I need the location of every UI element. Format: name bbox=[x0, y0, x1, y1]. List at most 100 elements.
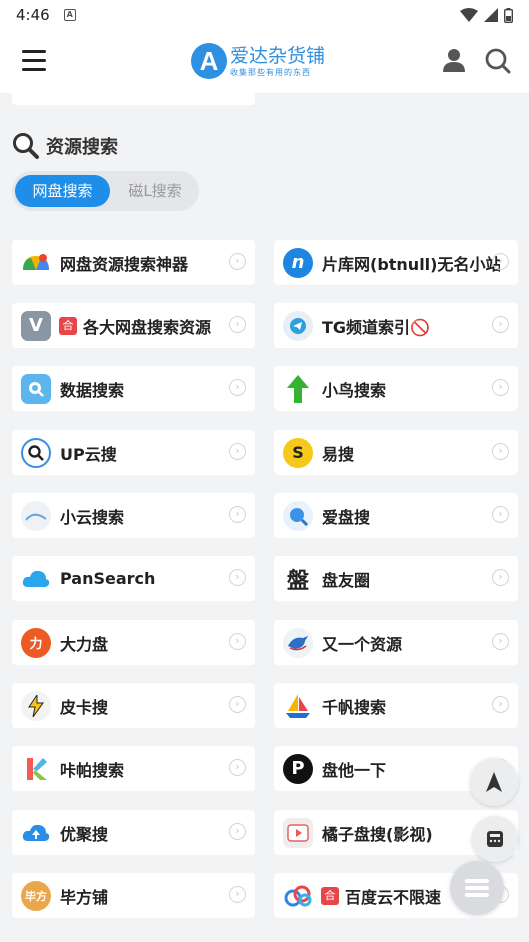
chevron-right-icon: › bbox=[492, 316, 509, 333]
chevron-right-icon: › bbox=[229, 823, 246, 840]
magnifier-icon bbox=[21, 437, 51, 468]
tile-label: 毕方铺 bbox=[60, 887, 109, 907]
tile-label: 百度云不限速 bbox=[345, 887, 442, 907]
badge-tag: 合 bbox=[59, 316, 77, 335]
section-header: 资源搜索 bbox=[12, 132, 118, 160]
chevron-right-icon: › bbox=[492, 379, 509, 396]
app-header: A 爱达杂货铺 收集那些有用的东西 bbox=[0, 30, 529, 93]
tile-label: 小云搜索 bbox=[60, 507, 125, 527]
google-drive-icon bbox=[21, 248, 51, 278]
tile-bifangpu[interactable]: 毕方 毕方铺 › bbox=[12, 873, 255, 918]
tile-label: 数据搜索 bbox=[60, 380, 125, 400]
tile-panyouquan[interactable]: 盤 盘友圈 › bbox=[274, 556, 518, 601]
chevron-right-icon: › bbox=[492, 569, 509, 586]
search-icon[interactable] bbox=[484, 47, 512, 79]
hamburger-menu-icon bbox=[465, 879, 489, 897]
navigate-fab[interactable] bbox=[470, 758, 518, 806]
tile-tg-index[interactable]: TG频道索引🚫 › bbox=[274, 303, 518, 348]
tile-label: 易搜 bbox=[322, 444, 355, 464]
tile-label: 爱盘搜 bbox=[322, 507, 371, 527]
tile-xiaoyun-search[interactable]: 小云搜索 › bbox=[12, 493, 255, 538]
app-logo[interactable]: A 爱达杂货铺 收集那些有用的东西 bbox=[191, 43, 325, 79]
app-slogan: 收集那些有用的东西 bbox=[230, 67, 311, 77]
chevron-right-icon: › bbox=[229, 633, 246, 650]
upload-cloud-icon bbox=[21, 818, 51, 848]
chevron-right-icon: › bbox=[229, 379, 246, 396]
chevron-right-icon: › bbox=[492, 696, 509, 713]
chevron-right-icon: › bbox=[229, 443, 246, 460]
wifi-icon bbox=[460, 8, 478, 22]
search-type-tabs: 网盘搜索 磁L搜索 bbox=[12, 171, 199, 211]
pansearch-cloud-icon bbox=[21, 564, 51, 594]
data-search-icon bbox=[21, 373, 51, 404]
tile-kapa-search[interactable]: 咔帕搜索 › bbox=[12, 746, 255, 791]
chevron-right-icon: › bbox=[492, 443, 509, 460]
tile-data-search[interactable]: 数据搜索 › bbox=[12, 366, 255, 411]
tile-qianfan-search[interactable]: 千帆搜索 › bbox=[274, 683, 518, 728]
letter-v-icon: V bbox=[21, 310, 51, 341]
tile-all-netdisk[interactable]: V 合 各大网盘搜索资源 › bbox=[12, 303, 255, 348]
status-bar: 4:46 A bbox=[0, 0, 529, 30]
menu-icon[interactable] bbox=[22, 50, 46, 72]
chevron-right-icon: › bbox=[229, 886, 246, 903]
tile-label: TG频道索引🚫 bbox=[322, 317, 430, 337]
previous-card-edge bbox=[12, 93, 255, 105]
dolphin-icon bbox=[283, 627, 313, 658]
status-time: 4:46 bbox=[16, 6, 50, 24]
user-icon[interactable] bbox=[441, 47, 467, 77]
main-menu-fab[interactable] bbox=[450, 861, 504, 915]
magnifier-section-icon bbox=[13, 133, 39, 159]
tile-aipansou[interactable]: 爱盘搜 › bbox=[274, 493, 518, 538]
green-arrow-icon bbox=[283, 374, 313, 404]
chevron-right-icon: › bbox=[229, 569, 246, 586]
tile-pansearch[interactable]: PanSearch › bbox=[12, 556, 255, 601]
bifang-icon: 毕方 bbox=[21, 880, 51, 911]
letter-n-icon: n bbox=[283, 247, 313, 278]
tile-label: 咔帕搜索 bbox=[60, 760, 125, 780]
battery-icon bbox=[504, 7, 513, 23]
chevron-right-icon: › bbox=[492, 633, 509, 650]
tile-wangpan-search[interactable]: 网盘资源搜索神器 › bbox=[12, 240, 255, 285]
baidu-cloud-icon bbox=[283, 881, 313, 911]
chevron-right-icon: › bbox=[229, 253, 246, 270]
calculator-fab[interactable] bbox=[472, 816, 518, 862]
section-title: 资源搜索 bbox=[46, 137, 118, 158]
tile-label: 片库网(btnull)无名小站 bbox=[322, 254, 500, 274]
play-icon bbox=[283, 817, 313, 848]
tile-dalipan[interactable]: 力 大力盘 › bbox=[12, 620, 255, 665]
chevron-right-icon: › bbox=[229, 696, 246, 713]
tile-label: PanSearch bbox=[60, 569, 156, 588]
signal-icon bbox=[484, 8, 498, 22]
tile-label: 皮卡搜 bbox=[60, 697, 109, 717]
tile-label: 盘友圈 bbox=[322, 570, 371, 590]
tile-label: 小鸟搜索 bbox=[322, 380, 387, 400]
tile-pianku[interactable]: n 片库网(btnull)无名小站 › bbox=[274, 240, 518, 285]
badge-tag: 合 bbox=[321, 886, 339, 905]
tab-magnet-search[interactable]: 磁L搜索 bbox=[114, 175, 196, 207]
letter-p-icon: P bbox=[283, 753, 313, 784]
tile-label: 又一个资源 bbox=[322, 634, 403, 654]
tile-label: 优聚搜 bbox=[60, 824, 109, 844]
tile-yisou[interactable]: S 易搜 › bbox=[274, 430, 518, 475]
logo-badge: A bbox=[191, 43, 227, 79]
tile-up-yunsou[interactable]: UP云搜 › bbox=[12, 430, 255, 475]
tile-xiaoniao-search[interactable]: 小鸟搜索 › bbox=[274, 366, 518, 411]
dalipan-icon: 力 bbox=[21, 627, 51, 658]
tile-youyige-ziyuan[interactable]: 又一个资源 › bbox=[274, 620, 518, 665]
letter-k-icon bbox=[21, 753, 51, 784]
pan-character-icon: 盤 bbox=[286, 567, 309, 594]
tile-label: 各大网盘搜索资源 bbox=[83, 317, 212, 337]
chevron-right-icon: › bbox=[492, 253, 509, 270]
calculator-icon bbox=[487, 831, 503, 847]
status-icons bbox=[460, 7, 513, 23]
tile-youju-search[interactable]: 优聚搜 › bbox=[12, 810, 255, 855]
chevron-right-icon: › bbox=[492, 506, 509, 523]
sim-notification-icon: A bbox=[63, 9, 76, 21]
tab-netdisk-search[interactable]: 网盘搜索 bbox=[15, 175, 110, 207]
tile-label: 橘子盘搜(影视) bbox=[322, 824, 433, 844]
lightning-icon bbox=[21, 690, 51, 721]
navigation-arrow-icon bbox=[486, 772, 502, 792]
tile-pikasou[interactable]: 皮卡搜 › bbox=[12, 683, 255, 728]
tile-label: 大力盘 bbox=[60, 634, 109, 654]
chevron-right-icon: › bbox=[229, 759, 246, 776]
